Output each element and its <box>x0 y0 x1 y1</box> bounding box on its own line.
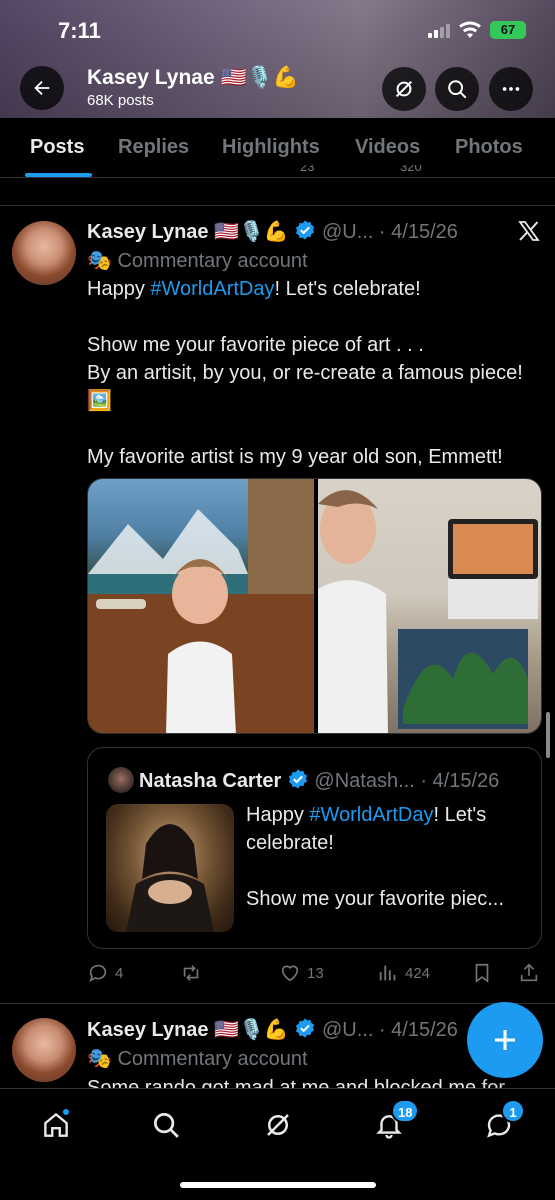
plus-icon <box>495 1030 515 1050</box>
previous-view-count: 320 <box>400 165 422 174</box>
commentary-label-text: Commentary account <box>117 1048 308 1070</box>
mask-icon: 🎭 <box>87 250 112 272</box>
status-time: 7:11 <box>58 18 101 43</box>
media-photo-1[interactable] <box>88 479 314 733</box>
post-actions: 4 13 424 <box>87 962 542 986</box>
reply-count: 4 <box>115 964 124 982</box>
quote-handle-date: @Natash... · 4/15/26 <box>314 770 500 792</box>
more-button[interactable] <box>489 67 533 111</box>
reply-button[interactable]: 4 <box>87 962 123 984</box>
post-header: Kasey Lynae 🇺🇸🎙️💪 @U... · 4/15/26 <box>87 1017 458 1042</box>
notifications-badge: 18 <box>391 1099 420 1123</box>
previous-like-count: 23 <box>300 165 315 174</box>
quote-header: Natasha Carter @Natash... · 4/15/26 <box>139 768 499 793</box>
repost-icon <box>183 965 199 981</box>
like-count: 13 <box>307 964 324 982</box>
share-icon <box>520 963 538 982</box>
grok-icon <box>267 1114 289 1136</box>
author-handle-date: @U... · 4/15/26 <box>321 221 458 243</box>
nav-grok[interactable] <box>258 1105 298 1145</box>
more-icon <box>502 87 520 91</box>
messages-badge: 1 <box>501 1099 525 1123</box>
verified-badge-icon <box>296 1018 315 1038</box>
quote-hashtag-link[interactable]: #WorldArtDay <box>309 804 433 826</box>
back-button[interactable] <box>20 66 64 110</box>
divider <box>0 1003 555 1004</box>
commentary-label: 🎭 Commentary account <box>87 248 308 273</box>
profile-post-count: 68K posts <box>87 92 154 109</box>
tab-replies[interactable]: Replies <box>118 136 189 159</box>
quote-author-name[interactable]: Natasha Carter <box>139 770 281 792</box>
mask-icon: 🎭 <box>87 1048 112 1070</box>
profile-name: Kasey Lynae 🇺🇸🎙️💪 <box>87 66 299 89</box>
search-icon <box>448 80 467 99</box>
tab-posts[interactable]: Posts <box>30 136 84 159</box>
verified-badge-icon <box>288 769 307 789</box>
home-notification-dot <box>61 1107 71 1117</box>
author-name[interactable]: Kasey Lynae 🇺🇸🎙️💪 <box>87 221 289 243</box>
nav-messages[interactable]: 1 <box>479 1099 525 1145</box>
repost-button[interactable] <box>180 962 208 984</box>
post-text-rest: ! Let's celebrate! Show me your favorite… <box>87 278 523 468</box>
photo-painting-boy <box>88 479 314 733</box>
quote-text: Happy #WorldArtDay! Let's celebrate! Sho… <box>246 801 531 913</box>
post-text: Happy #WorldArtDay! Let's celebrate! Sho… <box>87 275 537 471</box>
post-header: Kasey Lynae 🇺🇸🎙️💪 @U... · 4/15/26 <box>87 219 458 244</box>
arrow-left-icon <box>34 80 50 96</box>
nav-search[interactable] <box>146 1105 186 1145</box>
quote-image[interactable] <box>106 804 234 932</box>
views-bar-icon <box>379 965 396 981</box>
photo-boy-room <box>318 490 538 733</box>
tab-videos[interactable]: Videos <box>355 136 420 159</box>
quote-avatar[interactable] <box>108 767 134 793</box>
bookmark-icon <box>475 963 489 983</box>
views-button[interactable]: 424 <box>377 962 430 984</box>
mona-lisa-recreation-image <box>126 824 214 932</box>
divider <box>0 205 555 206</box>
share-button[interactable] <box>518 962 540 984</box>
reply-icon <box>89 964 107 983</box>
search-icon <box>154 1113 179 1138</box>
search-button[interactable] <box>435 67 479 111</box>
wifi-icon <box>458 21 482 44</box>
bookmark-button[interactable] <box>471 962 493 984</box>
author-name[interactable]: Kasey Lynae 🇺🇸🎙️💪 <box>87 1019 289 1041</box>
status-bar: 7:11 67 <box>0 14 555 48</box>
media-photo-2[interactable] <box>318 479 541 733</box>
verified-badge-icon <box>296 220 315 240</box>
like-button[interactable]: 13 <box>279 962 324 984</box>
tab-highlights[interactable]: Highlights <box>222 136 320 159</box>
post-media-grid <box>87 478 542 734</box>
x-logo-icon <box>517 219 541 248</box>
quoted-post[interactable]: Natasha Carter @Natash... · 4/15/26 Happ… <box>87 747 542 949</box>
nav-home[interactable] <box>36 1105 76 1145</box>
signal-icon <box>428 24 452 43</box>
home-indicator <box>180 1182 376 1188</box>
commentary-label: 🎭 Commentary account <box>87 1046 308 1071</box>
profile-header: 7:11 67 Kasey Lynae 🇺🇸🎙️💪 68K posts <box>0 0 555 118</box>
grok-button[interactable] <box>382 67 426 111</box>
compose-post-button[interactable] <box>467 1002 543 1078</box>
grok-icon <box>395 80 413 98</box>
avatar[interactable] <box>12 1018 76 1082</box>
previous-post-actions: 23 320 <box>0 165 555 185</box>
scrollbar[interactable] <box>546 712 550 758</box>
post-text: Some rando got mad at me and blocked me … <box>87 1077 506 1088</box>
view-count: 424 <box>405 964 431 982</box>
commentary-label-text: Commentary account <box>117 250 308 272</box>
hashtag-link[interactable]: #WorldArtDay <box>150 278 274 300</box>
post-text-start: Happy <box>87 278 151 300</box>
quote-text-start: Happy <box>246 804 310 826</box>
nav-notifications[interactable]: 18 <box>369 1099 420 1145</box>
avatar[interactable] <box>12 221 76 285</box>
tab-photos[interactable]: Photos <box>455 136 523 159</box>
author-handle-date: @U... · 4/15/26 <box>321 1019 458 1041</box>
battery-indicator: 67 <box>490 21 526 39</box>
heart-icon <box>281 965 299 982</box>
